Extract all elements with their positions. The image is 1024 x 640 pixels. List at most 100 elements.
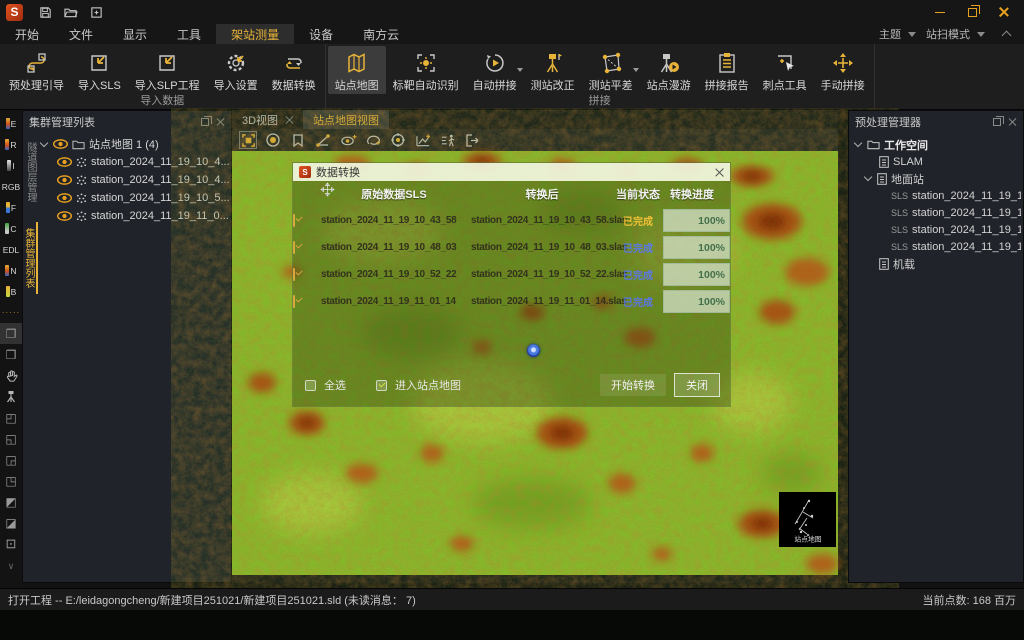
preprocess-guide-button[interactable]: 预处理引导: [2, 46, 71, 94]
menu-tab-file[interactable]: 文件: [54, 24, 108, 44]
import-slp-project-button[interactable]: 导入SLP工程: [128, 46, 207, 94]
caret-down-icon[interactable]: [40, 138, 48, 146]
station-row[interactable]: station_2024_11_19_10_5...: [39, 189, 229, 207]
edl-button[interactable]: EDL: [0, 239, 22, 260]
tab-station-map-view[interactable]: 站点地图视图: [303, 110, 389, 129]
station-row[interactable]: station_2024_11_19_11_0...: [39, 207, 229, 225]
select-all-checkbox[interactable]: [305, 380, 316, 391]
row-checkbox[interactable]: [293, 214, 295, 227]
caret-down-icon[interactable]: [864, 173, 872, 181]
station-map-canvas[interactable]: S 数据转换 原始数据SLS 转换后 当前状态 转换进度: [232, 151, 838, 575]
zoom-fit-button[interactable]: [0, 533, 22, 554]
menu-tab-station-survey[interactable]: 架站测量: [216, 24, 294, 44]
eye-icon[interactable]: [57, 211, 72, 221]
dialog-titlebar[interactable]: S 数据转换: [293, 163, 730, 181]
scan-mode-dropdown[interactable]: 站扫模式: [926, 26, 970, 42]
view-right-button[interactable]: [0, 512, 22, 533]
float-panel-icon[interactable]: [201, 118, 209, 126]
float-panel-icon[interactable]: [993, 118, 1001, 126]
normal-color-button[interactable]: N: [0, 260, 22, 281]
view-bottom-button[interactable]: [0, 428, 22, 449]
close-panel-icon[interactable]: [216, 117, 225, 126]
elevation-color-button[interactable]: E: [0, 113, 22, 134]
pick-point-tool-button[interactable]: 刺点工具: [756, 46, 814, 94]
restore-button[interactable]: [958, 2, 986, 22]
import-sls-button[interactable]: 导入SLS: [71, 46, 128, 94]
slam-row[interactable]: SLAM: [853, 153, 1021, 170]
station-roam-button[interactable]: 站点漫游: [640, 46, 698, 94]
target-circle-icon[interactable]: [389, 131, 407, 149]
row-checkbox[interactable]: [293, 241, 295, 254]
station-map-button[interactable]: 站点地图: [328, 46, 386, 94]
fusion-color-button[interactable]: F: [0, 197, 22, 218]
blend-color-button[interactable]: B: [0, 281, 22, 302]
row-checkbox[interactable]: [293, 268, 295, 281]
station-row[interactable]: station_2024_11_19_10_4...: [39, 171, 229, 189]
angle-measure-icon[interactable]: [314, 131, 332, 149]
sls-station-row[interactable]: SLS station_2024_11_19_10_48_...: [853, 204, 1021, 221]
tab-cluster-list[interactable]: 集群管理列表: [23, 222, 38, 294]
dialog-close-icon[interactable]: [715, 168, 724, 177]
theme-dropdown[interactable]: 主题: [879, 26, 901, 42]
manual-stitch-button[interactable]: 手动拼接: [814, 46, 872, 94]
convert-row[interactable]: station_2024_11_19_10_52_22 station_2024…: [293, 261, 730, 288]
chevron-down-icon[interactable]: [517, 68, 523, 72]
close-tab-icon[interactable]: [285, 116, 293, 124]
save-icon[interactable]: [39, 6, 52, 19]
tab-3d-view[interactable]: 3D视图: [232, 110, 303, 129]
caret-down-icon[interactable]: [854, 139, 862, 147]
menu-tab-tools[interactable]: 工具: [162, 24, 216, 44]
data-convert-button[interactable]: 数据转换: [265, 46, 323, 94]
station-correct-button[interactable]: 测站改正: [524, 46, 582, 94]
ground-station-row[interactable]: 地面站: [853, 170, 1021, 187]
pan-tool[interactable]: [0, 365, 22, 386]
convert-row[interactable]: station_2024_11_19_10_48_03 station_2024…: [293, 234, 730, 261]
view-top-button[interactable]: [0, 407, 22, 428]
exit-view-icon[interactable]: [464, 131, 482, 149]
close-dialog-button[interactable]: 关闭: [674, 373, 720, 397]
view-back-button[interactable]: [0, 470, 22, 491]
return-color-button[interactable]: R: [0, 134, 22, 155]
tree-root-row[interactable]: 站点地图 1 (4): [39, 135, 229, 153]
walkthrough-icon[interactable]: [439, 131, 457, 149]
close-panel-icon[interactable]: [1008, 117, 1017, 126]
toolbar-more-button[interactable]: [0, 554, 22, 575]
circle-select-icon[interactable]: [264, 131, 282, 149]
station-map-thumbnail[interactable]: 站点地图: [779, 492, 836, 547]
lasso-plus-icon[interactable]: [364, 131, 382, 149]
import-settings-button[interactable]: 导入设置: [207, 46, 265, 94]
open-folder-icon[interactable]: [64, 6, 78, 19]
workspace-row[interactable]: 工作空间: [853, 136, 1021, 153]
rgb-color-button[interactable]: RGB: [0, 176, 22, 197]
eye-icon[interactable]: [57, 193, 72, 203]
collapse-ribbon-icon[interactable]: [1002, 31, 1012, 41]
convert-row[interactable]: station_2024_11_19_11_01_14 station_2024…: [293, 288, 730, 315]
rect-select-icon[interactable]: [239, 131, 257, 149]
convert-row[interactable]: station_2024_11_19_10_43_58 station_2024…: [293, 207, 730, 234]
menu-tab-south-cloud[interactable]: 南方云: [348, 24, 414, 44]
auto-stitch-button[interactable]: 自动拼接: [466, 46, 524, 94]
airborne-row[interactable]: 机载: [853, 255, 1021, 272]
sls-station-row[interactable]: SLS station_2024_11_19_10_52_...: [853, 221, 1021, 238]
eye-plus-icon[interactable]: [339, 131, 357, 149]
bookmark-icon[interactable]: [289, 131, 307, 149]
menu-tab-start[interactable]: 开始: [0, 24, 54, 44]
new-file-icon[interactable]: [90, 6, 103, 19]
target-auto-detect-button[interactable]: 标靶自动识别: [386, 46, 466, 94]
start-convert-button[interactable]: 开始转换: [600, 374, 666, 396]
row-checkbox[interactable]: [293, 295, 295, 308]
station-adjust-button[interactable]: 测站平差: [582, 46, 640, 94]
stitch-report-button[interactable]: 拼接报告: [698, 46, 756, 94]
eye-icon[interactable]: [53, 139, 68, 149]
view-left-button[interactable]: [0, 491, 22, 512]
box-select-tool[interactable]: [0, 323, 22, 344]
sls-station-row[interactable]: SLS station_2024_11_19_10_43_...: [853, 187, 1021, 204]
polyline-plus-icon[interactable]: [414, 131, 432, 149]
station-row[interactable]: station_2024_11_19_10_4...: [39, 153, 229, 171]
enter-map-checkbox[interactable]: [376, 380, 387, 391]
station-view-tool[interactable]: [0, 386, 22, 407]
intensity-color-button[interactable]: I: [0, 155, 22, 176]
classification-color-button[interactable]: C: [0, 218, 22, 239]
chevron-down-icon[interactable]: [633, 68, 639, 72]
map-compass-icon[interactable]: [527, 344, 540, 357]
